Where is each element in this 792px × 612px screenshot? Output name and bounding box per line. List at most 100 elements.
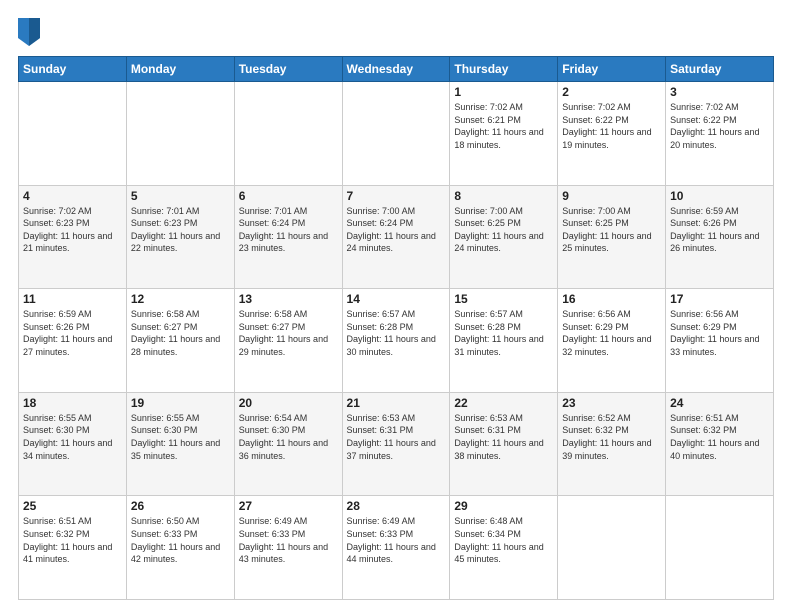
day-info: Sunrise: 6:52 AM Sunset: 6:32 PM Dayligh… <box>562 412 661 462</box>
calendar-week-row: 18 Sunrise: 6:55 AM Sunset: 6:30 PM Dayli… <box>19 392 774 496</box>
calendar-cell: 3 Sunrise: 7:02 AM Sunset: 6:22 PM Daylig… <box>666 82 774 186</box>
weekday-header-friday: Friday <box>558 57 666 82</box>
day-number: 14 <box>347 292 446 306</box>
day-number: 11 <box>23 292 122 306</box>
day-number: 19 <box>131 396 230 410</box>
calendar-cell: 11 Sunrise: 6:59 AM Sunset: 6:26 PM Dayli… <box>19 289 127 393</box>
calendar-cell: 27Sunrise: 6:49 AM Sunset: 6:33 PM Dayli… <box>234 496 342 600</box>
day-info: Sunrise: 7:02 AM Sunset: 6:21 PM Dayligh… <box>454 101 553 151</box>
calendar-cell: 4 Sunrise: 7:02 AM Sunset: 6:23 PM Daylig… <box>19 185 127 289</box>
calendar-cell: 12 Sunrise: 6:58 AM Sunset: 6:27 PM Dayli… <box>126 289 234 393</box>
calendar-cell: 25 Sunrise: 6:51 AM Sunset: 6:32 PM Dayli… <box>19 496 127 600</box>
calendar-cell: 13 Sunrise: 6:58 AM Sunset: 6:27 PM Dayli… <box>234 289 342 393</box>
calendar-cell: 9 Sunrise: 7:00 AM Sunset: 6:25 PM Daylig… <box>558 185 666 289</box>
calendar-cell: 20Sunrise: 6:54 AM Sunset: 6:30 PM Dayli… <box>234 392 342 496</box>
day-info: Sunrise: 7:00 AM Sunset: 6:25 PM Dayligh… <box>454 205 553 255</box>
calendar-cell: 7 Sunrise: 7:00 AM Sunset: 6:24 PM Daylig… <box>342 185 450 289</box>
calendar-cell: 16 Sunrise: 6:56 AM Sunset: 6:29 PM Dayli… <box>558 289 666 393</box>
calendar-week-row: 4 Sunrise: 7:02 AM Sunset: 6:23 PM Daylig… <box>19 185 774 289</box>
calendar-cell: 10 Sunrise: 6:59 AM Sunset: 6:26 PM Dayli… <box>666 185 774 289</box>
day-info: Sunrise: 6:49 AM Sunset: 6:33 PM Dayligh… <box>347 515 446 565</box>
weekday-header-sunday: Sunday <box>19 57 127 82</box>
day-number: 16 <box>562 292 661 306</box>
day-number: 29 <box>454 499 553 513</box>
day-info: Sunrise: 6:57 AM Sunset: 6:28 PM Dayligh… <box>347 308 446 358</box>
day-info: Sunrise: 7:00 AM Sunset: 6:24 PM Dayligh… <box>347 205 446 255</box>
calendar-cell <box>234 82 342 186</box>
calendar-week-row: 11 Sunrise: 6:59 AM Sunset: 6:26 PM Dayli… <box>19 289 774 393</box>
day-info: Sunrise: 6:59 AM Sunset: 6:26 PM Dayligh… <box>670 205 769 255</box>
calendar-cell: 14 Sunrise: 6:57 AM Sunset: 6:28 PM Dayli… <box>342 289 450 393</box>
day-number: 21 <box>347 396 446 410</box>
day-info: Sunrise: 6:58 AM Sunset: 6:27 PM Dayligh… <box>239 308 338 358</box>
day-number: 4 <box>23 189 122 203</box>
calendar-table: SundayMondayTuesdayWednesdayThursdayFrid… <box>18 56 774 600</box>
day-number: 2 <box>562 85 661 99</box>
day-info: Sunrise: 7:02 AM Sunset: 6:23 PM Dayligh… <box>23 205 122 255</box>
calendar-cell: 26Sunrise: 6:50 AM Sunset: 6:33 PM Dayli… <box>126 496 234 600</box>
day-info: Sunrise: 7:02 AM Sunset: 6:22 PM Dayligh… <box>562 101 661 151</box>
day-info: Sunrise: 6:51 AM Sunset: 6:32 PM Dayligh… <box>670 412 769 462</box>
calendar-cell: 2 Sunrise: 7:02 AM Sunset: 6:22 PM Daylig… <box>558 82 666 186</box>
day-number: 22 <box>454 396 553 410</box>
day-info: Sunrise: 6:55 AM Sunset: 6:30 PM Dayligh… <box>23 412 122 462</box>
day-info: Sunrise: 7:01 AM Sunset: 6:23 PM Dayligh… <box>131 205 230 255</box>
calendar-cell: 15Sunrise: 6:57 AM Sunset: 6:28 PM Dayli… <box>450 289 558 393</box>
calendar-cell: 24Sunrise: 6:51 AM Sunset: 6:32 PM Dayli… <box>666 392 774 496</box>
weekday-header-wednesday: Wednesday <box>342 57 450 82</box>
calendar-cell: 28 Sunrise: 6:49 AM Sunset: 6:33 PM Dayli… <box>342 496 450 600</box>
day-info: Sunrise: 6:59 AM Sunset: 6:26 PM Dayligh… <box>23 308 122 358</box>
calendar-cell: 21Sunrise: 6:53 AM Sunset: 6:31 PM Dayli… <box>342 392 450 496</box>
day-number: 28 <box>347 499 446 513</box>
day-info: Sunrise: 6:56 AM Sunset: 6:29 PM Dayligh… <box>670 308 769 358</box>
day-number: 12 <box>131 292 230 306</box>
day-info: Sunrise: 6:51 AM Sunset: 6:32 PM Dayligh… <box>23 515 122 565</box>
calendar-cell <box>342 82 450 186</box>
calendar-cell: 6 Sunrise: 7:01 AM Sunset: 6:24 PM Daylig… <box>234 185 342 289</box>
day-number: 1 <box>454 85 553 99</box>
calendar-cell: 19 Sunrise: 6:55 AM Sunset: 6:30 PM Dayli… <box>126 392 234 496</box>
day-info: Sunrise: 6:48 AM Sunset: 6:34 PM Dayligh… <box>454 515 553 565</box>
day-info: Sunrise: 7:02 AM Sunset: 6:22 PM Dayligh… <box>670 101 769 151</box>
day-number: 6 <box>239 189 338 203</box>
header <box>18 18 774 46</box>
logo-icon <box>18 18 40 46</box>
day-number: 27 <box>239 499 338 513</box>
day-info: Sunrise: 6:56 AM Sunset: 6:29 PM Dayligh… <box>562 308 661 358</box>
day-info: Sunrise: 6:55 AM Sunset: 6:30 PM Dayligh… <box>131 412 230 462</box>
day-number: 5 <box>131 189 230 203</box>
calendar-cell: 23 Sunrise: 6:52 AM Sunset: 6:32 PM Dayli… <box>558 392 666 496</box>
day-number: 20 <box>239 396 338 410</box>
day-number: 13 <box>239 292 338 306</box>
day-number: 10 <box>670 189 769 203</box>
weekday-header-tuesday: Tuesday <box>234 57 342 82</box>
day-number: 18 <box>23 396 122 410</box>
day-info: Sunrise: 7:01 AM Sunset: 6:24 PM Dayligh… <box>239 205 338 255</box>
day-number: 23 <box>562 396 661 410</box>
day-info: Sunrise: 6:58 AM Sunset: 6:27 PM Dayligh… <box>131 308 230 358</box>
calendar-cell: 1 Sunrise: 7:02 AM Sunset: 6:21 PM Daylig… <box>450 82 558 186</box>
day-info: Sunrise: 6:50 AM Sunset: 6:33 PM Dayligh… <box>131 515 230 565</box>
calendar-cell <box>558 496 666 600</box>
day-number: 17 <box>670 292 769 306</box>
day-info: Sunrise: 7:00 AM Sunset: 6:25 PM Dayligh… <box>562 205 661 255</box>
day-number: 25 <box>23 499 122 513</box>
weekday-header-thursday: Thursday <box>450 57 558 82</box>
calendar-week-row: 25 Sunrise: 6:51 AM Sunset: 6:32 PM Dayli… <box>19 496 774 600</box>
day-info: Sunrise: 6:53 AM Sunset: 6:31 PM Dayligh… <box>454 412 553 462</box>
day-number: 3 <box>670 85 769 99</box>
weekday-header-saturday: Saturday <box>666 57 774 82</box>
day-number: 9 <box>562 189 661 203</box>
calendar-cell <box>19 82 127 186</box>
calendar-cell <box>666 496 774 600</box>
day-info: Sunrise: 6:57 AM Sunset: 6:28 PM Dayligh… <box>454 308 553 358</box>
day-number: 8 <box>454 189 553 203</box>
calendar-week-row: 1 Sunrise: 7:02 AM Sunset: 6:21 PM Daylig… <box>19 82 774 186</box>
weekday-header-row: SundayMondayTuesdayWednesdayThursdayFrid… <box>19 57 774 82</box>
calendar-cell <box>126 82 234 186</box>
calendar-cell: 18 Sunrise: 6:55 AM Sunset: 6:30 PM Dayli… <box>19 392 127 496</box>
calendar-cell: 8 Sunrise: 7:00 AM Sunset: 6:25 PM Daylig… <box>450 185 558 289</box>
page: SundayMondayTuesdayWednesdayThursdayFrid… <box>0 0 792 612</box>
weekday-header-monday: Monday <box>126 57 234 82</box>
day-number: 7 <box>347 189 446 203</box>
